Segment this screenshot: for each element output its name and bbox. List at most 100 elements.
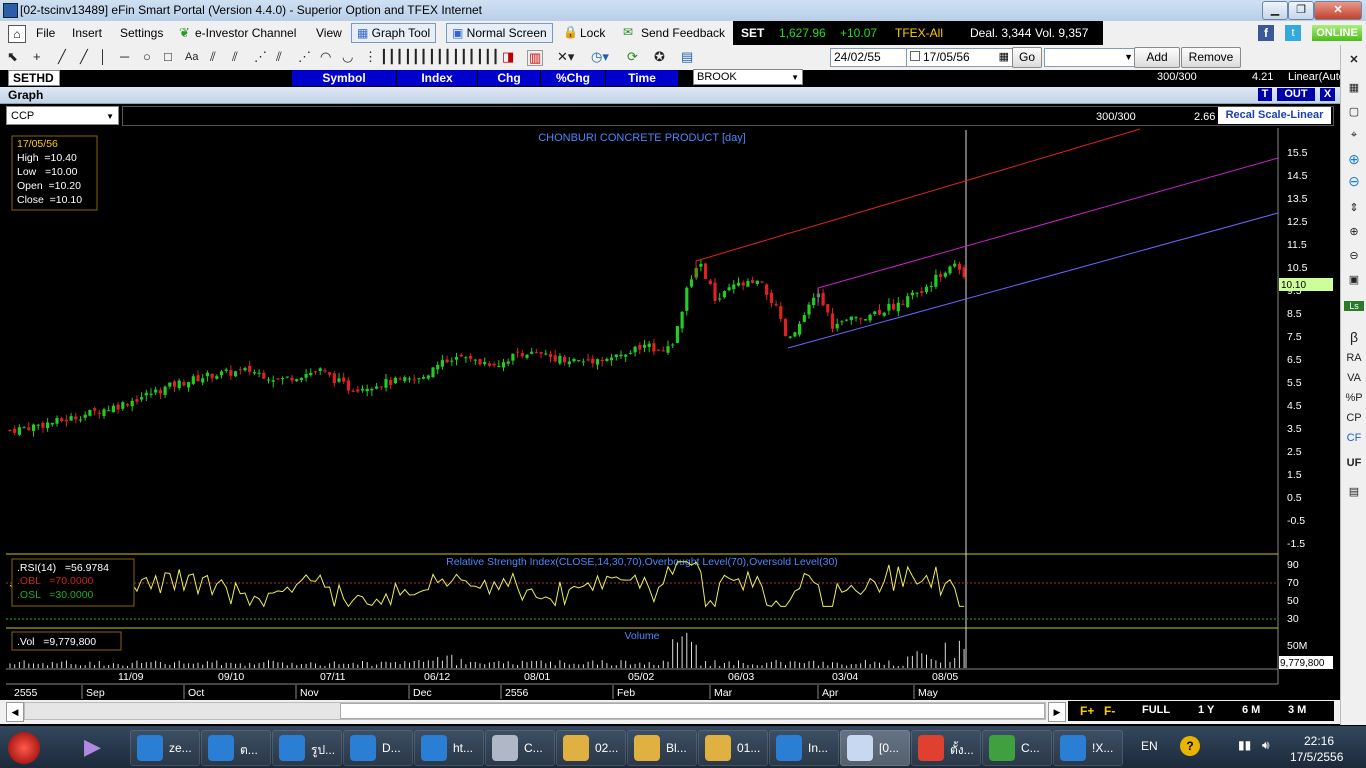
taskbar-item[interactable]: รูป... <box>272 730 342 766</box>
language-indicator[interactable]: EN <box>1141 739 1158 753</box>
menu-e-investor-channel[interactable]: e-Investor Channel <box>195 26 296 40</box>
home-icon[interactable]: ⌂ <box>8 25 26 43</box>
range-1y-button[interactable]: 1 Y <box>1198 704 1214 716</box>
t-button[interactable]: T <box>1258 88 1272 101</box>
chart-area[interactable]: CHONBURI CONCRETE PRODUCT [day] 17/05/56… <box>0 128 1340 700</box>
graph-tool-button[interactable]: ▦ Graph Tool <box>351 23 437 43</box>
taskbar-item[interactable]: C... <box>982 730 1052 766</box>
range-full-button[interactable]: FULL <box>1142 704 1170 716</box>
column-index[interactable]: Index <box>397 70 477 86</box>
delete-drawing-icon[interactable]: ▥ <box>527 50 544 66</box>
send-feedback-button[interactable]: Send Feedback <box>641 26 725 40</box>
go-button[interactable]: Go <box>1012 47 1042 68</box>
palette-icon[interactable]: ✪ <box>654 50 665 64</box>
zoom-in-button[interactable]: F+ <box>1080 704 1094 718</box>
table-icon[interactable]: ▦ <box>1344 81 1364 94</box>
add-circle-icon[interactable]: ⊕ <box>1344 151 1364 168</box>
trend-channel-drawings[interactable] <box>695 128 1279 349</box>
channel-icon[interactable]: ⫽ <box>232 50 238 64</box>
range-6m-button[interactable]: 6 M <box>1242 704 1260 716</box>
taskbar-item[interactable]: ht... <box>414 730 484 766</box>
clock-date[interactable]: 17/5/2556 <box>1290 750 1343 764</box>
taskbar-item[interactable]: C... <box>485 730 555 766</box>
time-zone-icon[interactable]: ┃┃┃ <box>404 50 427 64</box>
taskbar-item[interactable]: D... <box>343 730 413 766</box>
date-to-field[interactable]: 17/05/56 ▦ <box>906 48 1013 67</box>
fibonacci-icon[interactable]: ⫽ <box>210 50 216 64</box>
broker-select[interactable]: BROOK ▼ <box>693 69 803 85</box>
sidebar-ra[interactable]: RA <box>1344 352 1364 364</box>
volume-tray-icon[interactable]: 🔊︎ <box>1262 738 1270 753</box>
menu-insert[interactable]: Insert <box>72 26 102 40</box>
rectangle-icon[interactable]: □ <box>164 50 172 64</box>
gann-icon[interactable]: ⋮ <box>364 50 377 64</box>
cycle-icon[interactable]: ◠ <box>320 50 331 64</box>
taskbar-item[interactable]: Bl... <box>627 730 697 766</box>
menu-view[interactable]: View <box>316 26 342 40</box>
start-button[interactable] <box>8 732 40 764</box>
speed-lines-icon[interactable]: ⋰ <box>298 50 311 64</box>
taskbar-item[interactable]: ต... <box>201 730 271 766</box>
date-from-field[interactable]: 24/02/55 <box>830 48 907 67</box>
remove-circle-icon[interactable]: ⊖ <box>1344 173 1364 190</box>
zoom-in-icon[interactable]: ⊕ <box>1344 225 1364 238</box>
text-tool-icon[interactable]: Aa <box>185 50 198 64</box>
chart-window-icon[interactable]: ▣ <box>1344 273 1364 286</box>
circle-icon[interactable]: ○ <box>143 50 151 64</box>
trendline-icon[interactable]: ╱ <box>80 50 88 64</box>
fan-icon[interactable]: ⋰ <box>254 50 267 64</box>
sidebar-pct-p[interactable]: %P <box>1344 392 1364 404</box>
visual-studio-icon[interactable]: ▶ <box>84 734 101 760</box>
calendar-icon[interactable]: ▦ <box>999 49 1009 66</box>
screenshot-icon[interactable]: ▤ <box>681 50 693 64</box>
symbol-list-dropdown[interactable]: ▼ <box>1044 48 1137 67</box>
taskbar-item[interactable]: 01... <box>698 730 768 766</box>
window-icon[interactable]: ▢ <box>1344 105 1364 118</box>
normal-screen-button[interactable]: ▣ Normal Screen <box>446 23 553 43</box>
close-graph-button[interactable]: X <box>1320 88 1335 101</box>
ray-icon[interactable]: │ <box>99 50 107 64</box>
sidebar-va[interactable]: VA <box>1344 372 1364 384</box>
clear-all-icon[interactable]: ✕▾ <box>557 50 574 64</box>
bars-icon[interactable]: ┃┃┃ <box>452 50 475 64</box>
lock-button[interactable]: Lock <box>580 26 605 40</box>
zoom-out-button[interactable]: F- <box>1104 704 1115 718</box>
scroll-left-button[interactable]: ◀ <box>6 702 24 722</box>
column-pct-chg[interactable]: %Chg <box>541 70 605 86</box>
sidebar-cp[interactable]: CP <box>1344 412 1364 424</box>
clock-time[interactable]: 22:16 <box>1304 734 1334 748</box>
taskbar-item[interactable]: In... <box>769 730 839 766</box>
column-chg[interactable]: Chg <box>478 70 540 86</box>
erase-icon[interactable]: ┃┃┃ <box>476 50 499 64</box>
arc-icon[interactable]: ◡ <box>342 50 353 64</box>
refresh-icon[interactable]: ⟳ <box>627 50 638 64</box>
zoom-out-icon[interactable]: ⊖ <box>1344 249 1364 262</box>
sidebar-beta[interactable]: β <box>1344 329 1364 345</box>
taskbar-item[interactable]: ze... <box>130 730 200 766</box>
column-symbol[interactable]: Symbol <box>292 70 396 86</box>
ls-icon[interactable]: Ls <box>1344 301 1364 311</box>
close-button[interactable]: ✕ <box>1314 1 1362 20</box>
menu-settings[interactable]: Settings <box>120 26 163 40</box>
add-button[interactable]: Add <box>1134 47 1180 68</box>
expand-icon[interactable]: ⇕ <box>1344 201 1364 214</box>
clock-icon[interactable]: ◷▾ <box>591 50 609 64</box>
magnet-icon[interactable]: ◨ <box>502 50 514 64</box>
sidebar-cf[interactable]: CF <box>1344 432 1364 444</box>
twitter-icon[interactable]: t <box>1285 25 1301 41</box>
sidebar-scroll-icon[interactable]: ▤ <box>1344 485 1364 498</box>
range-3m-button[interactable]: 3 M <box>1288 704 1306 716</box>
scroll-right-button[interactable]: ▶ <box>1048 702 1066 722</box>
remove-button[interactable]: Remove <box>1181 47 1241 68</box>
crosshair-icon[interactable]: + <box>33 50 41 64</box>
regression-icon[interactable]: ┃┃┃ <box>428 50 451 64</box>
cursor-edit-icon[interactable]: ⌖ <box>1344 129 1364 142</box>
sidebar-close-icon[interactable]: ✕ <box>1344 53 1364 66</box>
taskbar-item[interactable]: 02... <box>556 730 626 766</box>
sidebar-uf[interactable]: UF <box>1344 457 1364 469</box>
taskbar-item[interactable]: [0... <box>840 730 910 766</box>
andrews-pitchfork-icon[interactable]: ⫽ <box>276 50 282 64</box>
recal-scale-button[interactable]: Recal Scale-Linear <box>1218 107 1331 124</box>
line-tool-icon[interactable]: ╱ <box>58 50 66 64</box>
column-time[interactable]: Time <box>606 70 678 86</box>
